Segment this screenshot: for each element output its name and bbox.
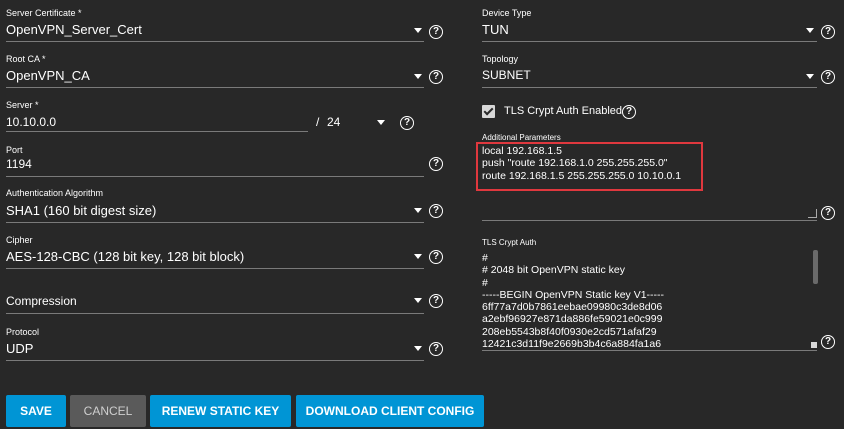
root-ca-label: Root CA *: [6, 54, 46, 64]
server-certificate-underline: [6, 41, 424, 42]
chevron-down-icon[interactable]: [414, 28, 422, 33]
protocol-select[interactable]: UDP: [6, 341, 33, 356]
save-button[interactable]: SAVE: [6, 395, 66, 427]
renew-static-key-button[interactable]: RENEW STATIC KEY: [150, 395, 291, 427]
compression-select[interactable]: Compression: [6, 294, 77, 308]
additional-parameters-line: local 192.168.1.5: [482, 145, 562, 157]
topology-underline: [482, 87, 817, 88]
server-input[interactable]: 10.10.0.0: [6, 115, 56, 129]
help-icon[interactable]: ?: [821, 335, 835, 349]
tls-crypt-auth-label: TLS Crypt Auth: [482, 238, 537, 247]
root-ca-select[interactable]: OpenVPN_CA: [6, 68, 90, 83]
tls-crypt-auth-enabled-label: TLS Crypt Auth Enabled: [504, 105, 623, 117]
server-certificate-label: Server Certificate *: [6, 8, 82, 18]
help-icon[interactable]: ?: [821, 25, 835, 39]
server-label: Server *: [6, 100, 39, 110]
auth-algorithm-select[interactable]: SHA1 (160 bit digest size): [6, 203, 156, 218]
help-icon[interactable]: ?: [429, 250, 443, 264]
additional-parameters-line: push "route 192.168.1.0 255.255.255.0": [482, 157, 668, 170]
scrollbar-thumb[interactable]: [813, 250, 818, 284]
help-icon[interactable]: ?: [821, 70, 835, 84]
help-icon[interactable]: ?: [429, 342, 443, 356]
protocol-label: Protocol: [6, 327, 40, 337]
help-icon[interactable]: ?: [821, 206, 835, 220]
cipher-label: Cipher: [6, 235, 33, 245]
tls-key-line: #: [482, 276, 488, 289]
chevron-down-icon[interactable]: [414, 74, 422, 79]
netmask-select[interactable]: 24: [327, 115, 340, 129]
server-underline: [6, 131, 308, 132]
device-type-label: Device Type: [482, 8, 532, 18]
resize-handle-icon[interactable]: [808, 209, 817, 218]
port-label: Port: [6, 145, 23, 155]
chevron-down-icon[interactable]: [414, 208, 422, 213]
server-separator: /: [316, 115, 320, 129]
additional-parameters-textarea[interactable]: local 192.168.1.5 push "route 192.168.1.…: [482, 145, 681, 182]
tls-crypt-auth-underline: [482, 350, 817, 351]
chevron-down-icon[interactable]: [414, 298, 422, 303]
device-type-underline: [482, 41, 817, 42]
help-icon[interactable]: ?: [429, 70, 443, 84]
auth-algorithm-label: Authentication Algorithm: [6, 188, 104, 198]
port-underline: [6, 176, 424, 177]
chevron-down-icon[interactable]: [414, 346, 422, 351]
chevron-down-icon[interactable]: [377, 120, 385, 125]
chevron-down-icon[interactable]: [806, 28, 814, 33]
tls-key-line: 208eb5543b8f40f0930e2cd571afaf29: [482, 325, 657, 338]
cipher-select[interactable]: AES-128-CBC (128 bit key, 128 bit block): [6, 249, 244, 264]
help-icon[interactable]: ?: [429, 25, 443, 39]
topology-select[interactable]: SUBNET: [482, 68, 531, 82]
help-icon[interactable]: ?: [400, 116, 414, 130]
tls-key-line: a2ebf96927e871da886fe59021e0c999: [482, 313, 663, 326]
server-certificate-select[interactable]: OpenVPN_Server_Cert: [6, 22, 142, 37]
tls-key-line: 12421c3d11f9e2669b3b4c6a884fa1a6: [482, 338, 662, 348]
additional-parameters-line: route 192.168.1.5 255.255.255.0 10.10.0.…: [482, 169, 682, 182]
additional-parameters-underline: [482, 220, 817, 221]
cipher-underline: [6, 268, 424, 269]
help-icon[interactable]: ?: [429, 294, 443, 308]
tls-key-line: #: [482, 252, 488, 264]
port-input[interactable]: 1194: [6, 157, 32, 171]
root-ca-underline: [6, 87, 424, 88]
tls-key-line: -----BEGIN OpenVPN Static key V1-----: [482, 288, 665, 301]
auth-algorithm-underline: [6, 222, 424, 223]
tls-key-line: 6ff77a7d0b7861eebae09980c3de8d06: [482, 301, 663, 314]
compression-underline: [6, 313, 424, 314]
chevron-down-icon[interactable]: [806, 74, 814, 79]
tls-crypt-auth-textarea[interactable]: # # 2048 bit OpenVPN static key # -----B…: [482, 252, 812, 348]
tls-crypt-auth-enabled-checkbox[interactable]: [482, 105, 495, 118]
help-icon[interactable]: ?: [429, 204, 443, 218]
cancel-button[interactable]: CANCEL: [70, 395, 146, 427]
help-icon[interactable]: ?: [429, 157, 443, 171]
tls-key-line: # 2048 bit OpenVPN static key: [482, 264, 625, 277]
download-client-config-button[interactable]: DOWNLOAD CLIENT CONFIG: [296, 395, 484, 427]
device-type-select[interactable]: TUN: [482, 22, 509, 37]
topology-label: Topology: [482, 54, 519, 64]
resize-handle-icon[interactable]: [811, 342, 817, 348]
chevron-down-icon[interactable]: [414, 254, 422, 259]
protocol-underline: [6, 360, 424, 361]
help-icon[interactable]: ?: [622, 105, 636, 119]
additional-parameters-label: Additional Parameters: [482, 133, 561, 142]
